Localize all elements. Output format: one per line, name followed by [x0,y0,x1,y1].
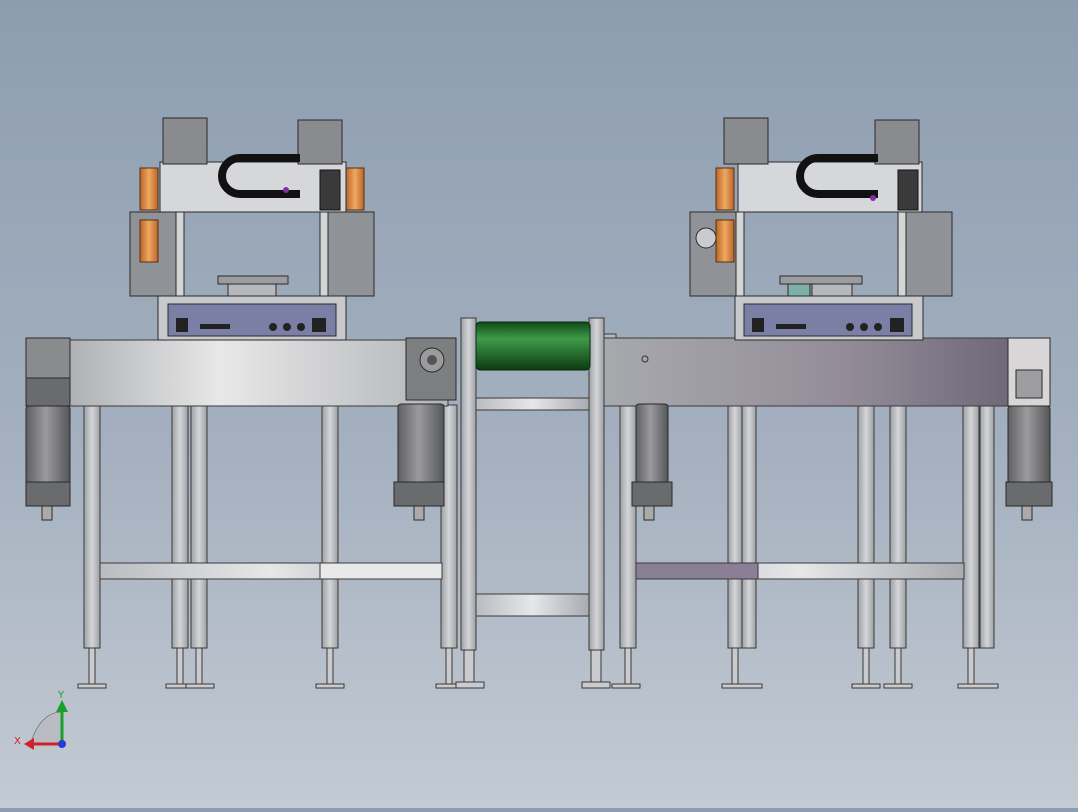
motor-right-end [1005,337,1053,521]
x-axis-label: X [14,736,21,747]
right-conveyor-frame [603,337,1011,689]
motor-left-end [25,337,71,521]
right-control-panel [743,303,913,337]
coordinate-triad: Y X [14,690,68,750]
left-control-panel [167,303,337,337]
left-conveyor-frame [67,339,465,689]
motor-right-inner [631,403,673,521]
right-gantry-robot [689,117,953,341]
center-transfer-frame [455,317,611,689]
cad-viewport[interactable]: Y X [0,0,1078,808]
assembly-drawing: Y X [14,117,1053,750]
left-gantry-robot [129,117,375,341]
y-axis-label: Y [57,690,65,701]
